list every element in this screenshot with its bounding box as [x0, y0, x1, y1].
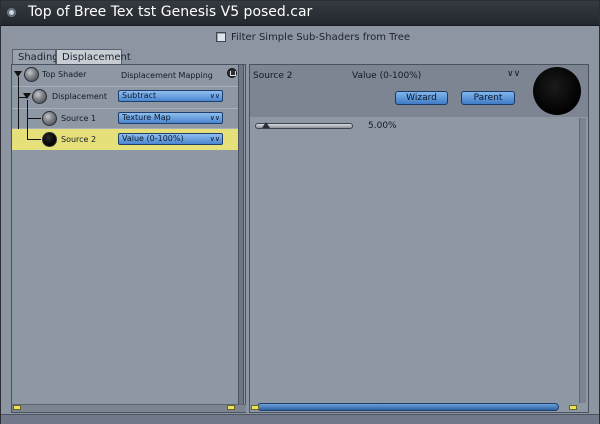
- chevron-down-icon: ∨∨: [209, 114, 220, 122]
- filter-checkbox[interactable]: [216, 32, 226, 42]
- detail-horizontal-scrollbar[interactable]: [257, 403, 559, 411]
- node-type-top-shader: Displacement Mapping: [121, 71, 213, 80]
- tab-displacement[interactable]: Displacement: [56, 49, 131, 64]
- dropdown-value: Texture Map: [122, 113, 171, 122]
- title-bar[interactable]: Top of Bree Tex tst Genesis V5 posed.car: [1, 1, 599, 26]
- sphere-preview-icon: [533, 67, 581, 115]
- filter-row[interactable]: Filter Simple Sub-Shaders from Tree: [216, 30, 410, 44]
- detail-vertical-scrollbar[interactable]: [579, 118, 586, 403]
- source-1-type-dropdown[interactable]: Texture Map ∨∨: [118, 112, 223, 124]
- trash-icon[interactable]: [227, 68, 237, 78]
- sphere-preview-icon: [42, 111, 57, 126]
- node-label-displacement: Displacement: [52, 92, 107, 101]
- tab-shading[interactable]: Shading: [12, 49, 59, 64]
- source-2-type-dropdown[interactable]: Value (0-100%) ∨∨: [118, 133, 223, 145]
- window-title: Top of Bree Tex tst Genesis V5 posed.car: [28, 4, 313, 20]
- sphere-preview-icon: [42, 132, 57, 147]
- detail-node-name: Source 2: [253, 71, 293, 81]
- parent-button[interactable]: Parent: [461, 91, 515, 105]
- detail-scroll-left-cap[interactable]: [251, 405, 259, 410]
- chevron-down-icon: ∨∨: [209, 92, 220, 100]
- shader-window: Top of Bree Tex tst Genesis V5 posed.car…: [0, 0, 600, 424]
- sphere-preview-icon: [32, 89, 47, 104]
- chevron-down-icon: ∨∨: [209, 135, 220, 143]
- filter-label: Filter Simple Sub-Shaders from Tree: [231, 31, 411, 43]
- slider-thumb[interactable]: [262, 122, 271, 128]
- node-label-top-shader: Top Shader: [42, 70, 87, 79]
- chevron-down-icon[interactable]: ∨∨: [507, 69, 520, 79]
- node-label-source-2: Source 2: [61, 135, 97, 144]
- tree-horizontal-scrollbar[interactable]: [12, 404, 246, 412]
- tree-connector: [18, 77, 19, 129]
- tree-scroll-right-cap[interactable]: [227, 405, 235, 410]
- wizard-button[interactable]: Wizard: [395, 91, 448, 105]
- dropdown-value: Subtract: [122, 91, 157, 100]
- expand-triangle-icon[interactable]: [14, 71, 22, 77]
- tree-vertical-scrollbar[interactable]: [238, 64, 244, 413]
- close-icon[interactable]: [7, 8, 16, 17]
- tree-connector: [27, 100, 28, 140]
- detail-scroll-right-cap[interactable]: [569, 405, 577, 410]
- slider-value: 5.00%: [368, 121, 397, 131]
- detail-node-type: Value (0-100%): [352, 71, 422, 81]
- node-label-source-1: Source 1: [61, 114, 97, 123]
- expand-triangle-icon[interactable]: [23, 93, 31, 99]
- tree-scroll-left-cap[interactable]: [13, 405, 21, 410]
- displacement-type-dropdown[interactable]: Subtract ∨∨: [118, 90, 223, 102]
- tree-connector: [27, 139, 41, 140]
- tree-connector: [27, 118, 41, 119]
- sphere-preview-icon: [24, 67, 39, 82]
- dropdown-value: Value (0-100%): [122, 134, 184, 143]
